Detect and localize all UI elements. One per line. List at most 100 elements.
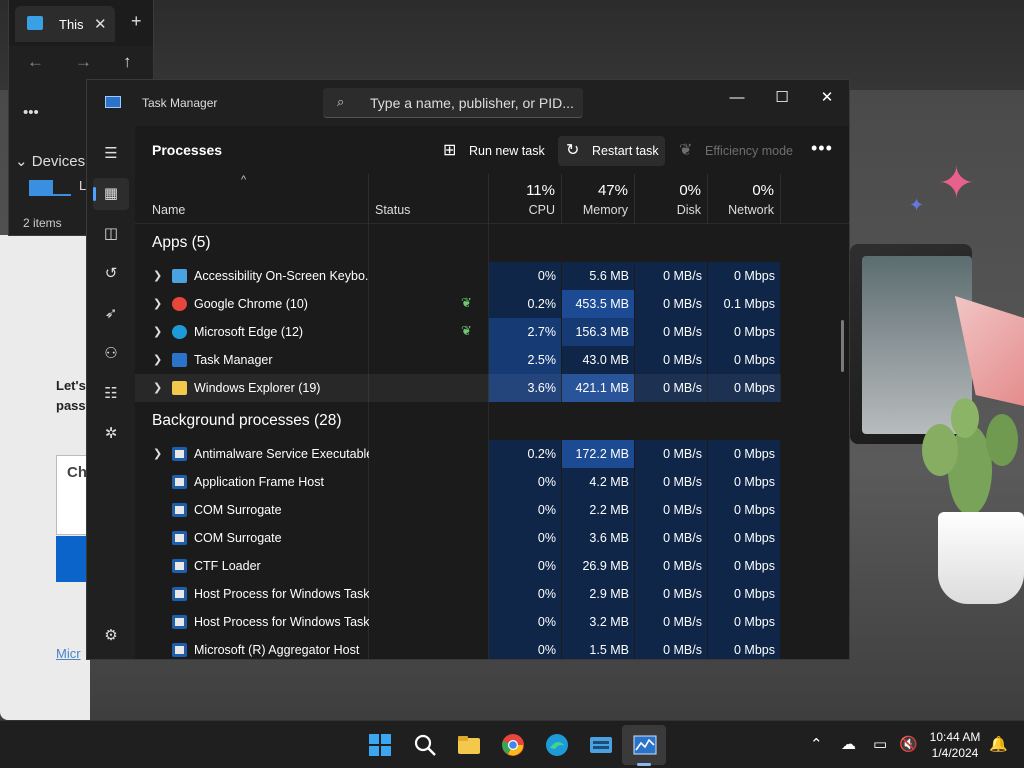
table-row[interactable]: Microsoft (R) Aggregator Host 0% 1.5 MB 0 M… — [135, 636, 781, 659]
volume-muted-icon[interactable]: 🔇 — [899, 735, 918, 753]
sidebar-item-performance[interactable]: ◫ — [93, 218, 129, 250]
network-icon[interactable]: ▭ — [873, 735, 887, 753]
chevron-right-icon[interactable]: ❯ — [153, 269, 162, 282]
memory-value: 3.6 MB — [589, 531, 629, 545]
sparkle-small-icon: ✦ — [909, 195, 925, 215]
item-count: 2 items — [23, 216, 62, 230]
sidebar-item-processes[interactable]: ▦ — [93, 178, 129, 210]
column-disk[interactable]: 0% Disk — [635, 174, 708, 224]
disk-value: 0 MB/s — [663, 269, 702, 283]
file-explorer-icon[interactable] — [457, 733, 481, 757]
chevron-right-icon[interactable]: ❯ — [153, 297, 162, 310]
column-status[interactable]: Status — [369, 174, 489, 224]
table-row[interactable]: COM Surrogate 0% 3.6 MB 0 MB/s 0 Mbps — [135, 524, 781, 552]
start-windows-icon[interactable] — [368, 733, 392, 757]
cpu-value: 0% — [537, 503, 556, 517]
task-manager-taskbar-icon[interactable] — [633, 733, 657, 757]
column-network[interactable]: 0% Network — [708, 174, 781, 224]
search-input[interactable]: ⌕ Type a name, publisher, or PID... — [323, 88, 583, 118]
minimize-button[interactable]: — — [714, 84, 760, 112]
vertical-scrollbar[interactable] — [841, 320, 844, 372]
sidebar-item-startup-apps[interactable]: ➶ — [93, 298, 129, 330]
memory-value: 1.5 MB — [589, 643, 629, 657]
leaf-icon: ❦ — [679, 142, 693, 159]
taskbar-clock[interactable]: 10:44 AM 1/4/2024 — [918, 729, 992, 761]
column-network-label: Network — [728, 203, 774, 217]
column-name[interactable]: ^ Name — [135, 174, 369, 224]
efficiency-mode-button[interactable]: ❦ Efficiency mode — [671, 136, 801, 166]
disk-value: 0 MB/s — [663, 559, 702, 573]
more-options-icon[interactable]: ••• — [811, 138, 833, 159]
maximize-button[interactable]: ☐ — [759, 84, 805, 112]
close-icon[interactable]: ✕ — [94, 15, 107, 33]
run-new-task-button[interactable]: ⊞ Run new task — [435, 136, 547, 166]
chevron-right-icon[interactable]: ❯ — [153, 381, 162, 394]
keyboard-icon — [172, 269, 187, 283]
column-memory[interactable]: 47% Memory — [562, 174, 635, 224]
cpu-value: 0% — [537, 643, 556, 657]
onedrive-icon[interactable]: ☁ — [841, 735, 856, 753]
table-row[interactable]: ❯ Microsoft Edge (12) ❦ 2.7% 156.3 MB 0 MB/s 0… — [135, 318, 781, 346]
more-options-icon[interactable]: ••• — [23, 104, 39, 121]
notification-bell-icon[interactable]: 🔔 — [989, 735, 1008, 753]
restart-task-button[interactable]: ↻ Restart task — [558, 136, 665, 166]
column-name-label: Name — [152, 203, 186, 217]
process-name: Application Frame Host — [194, 475, 324, 489]
search-icon[interactable] — [413, 733, 437, 757]
task-manager-window[interactable]: Task Manager ⌕ Type a name, publisher, o… — [86, 79, 850, 660]
explorer-tab[interactable]: This ✕ — [15, 6, 115, 42]
sidebar-item-users[interactable]: ⚇ — [93, 338, 129, 370]
memory-value: 4.2 MB — [589, 475, 629, 489]
table-row[interactable]: ❯ Task Manager 2.5% 43.0 MB 0 MB/s 0 Mbps — [135, 346, 781, 374]
memory-value: 172.2 MB — [575, 447, 629, 461]
drive-icon[interactable] — [29, 180, 53, 196]
forward-arrow-icon[interactable]: → — [75, 52, 92, 72]
hamburger-menu-icon[interactable]: ☰ — [93, 138, 129, 170]
memory-value: 156.3 MB — [575, 325, 629, 339]
close-button[interactable]: ✕ — [804, 84, 849, 112]
table-row[interactable]: Host Process for Windows Tasks 0% 2.9 MB 0 … — [135, 580, 781, 608]
processes-page: Processes ⊞ Run new task ↻ Restart task … — [135, 126, 849, 659]
process-name: Microsoft Edge (12) — [194, 325, 304, 339]
background-group-strip — [489, 402, 781, 440]
back-arrow-icon[interactable]: ← — [27, 52, 44, 72]
title-bar[interactable]: Task Manager ⌕ Type a name, publisher, o… — [87, 80, 849, 126]
new-tab-icon[interactable]: + — [131, 12, 142, 30]
chrome-icon — [172, 297, 187, 311]
edge-icon[interactable] — [545, 733, 569, 757]
table-row[interactable]: Host Process for Windows Tasks 0% 3.2 MB 0 … — [135, 608, 781, 636]
up-arrow-icon[interactable]: ↑ — [123, 52, 132, 72]
disk-value: 0 MB/s — [663, 615, 702, 629]
table-row[interactable]: ❯ Windows Explorer (19) 3.6% 421.1 MB 0 MB/s… — [135, 374, 781, 402]
apps-group-header[interactable]: Apps (5) — [152, 234, 211, 252]
cpu-total: 11% — [526, 182, 555, 199]
sidebar-item-services[interactable]: ✲ — [93, 418, 129, 450]
process-table: ^ Name Status 11% CPU 47% Memory 0% Disk — [135, 174, 849, 659]
chrome-icon[interactable] — [501, 733, 525, 757]
table-row[interactable]: ❯ Google Chrome (10) ❦ 0.2% 453.5 MB 0 MB/s 0.… — [135, 290, 781, 318]
table-row[interactable]: ❯ Accessibility On-Screen Keybo... 0% 5.6 M… — [135, 262, 781, 290]
memory-value: 43.0 MB — [582, 353, 629, 367]
sidebar-item-app-history[interactable]: ↺ — [93, 258, 129, 290]
keyboard-app-icon[interactable] — [589, 733, 613, 757]
background-group-header[interactable]: Background processes (28) — [152, 412, 342, 430]
toolbar: Processes ⊞ Run new task ↻ Restart task … — [135, 126, 849, 174]
process-name: COM Surrogate — [194, 531, 282, 545]
background-card-link: Micr — [56, 646, 81, 661]
process-name: Accessibility On-Screen Keybo... — [194, 269, 369, 283]
table-row[interactable]: Application Frame Host 0% 4.2 MB 0 MB/s 0 Mb… — [135, 468, 781, 496]
chevron-right-icon[interactable]: ❯ — [153, 447, 162, 460]
chevron-right-icon[interactable]: ❯ — [153, 353, 162, 366]
chevron-up-icon[interactable]: ⌃ — [810, 735, 823, 753]
network-value: 0 Mbps — [734, 353, 775, 367]
settings-gear-icon[interactable]: ⚙ — [93, 620, 129, 652]
table-row[interactable]: COM Surrogate 0% 2.2 MB 0 MB/s 0 Mbps — [135, 496, 781, 524]
column-cpu[interactable]: 11% CPU — [489, 174, 562, 224]
chevron-right-icon[interactable]: ❯ — [153, 325, 162, 338]
table-row[interactable]: CTF Loader 0% 26.9 MB 0 MB/s 0 Mbps — [135, 552, 781, 580]
table-row[interactable]: ❯ Antimalware Service Executable 0.2% 172.2… — [135, 440, 781, 468]
network-value: 0 Mbps — [734, 269, 775, 283]
cpu-value: 0.2% — [527, 297, 557, 311]
sidebar-item-details[interactable]: ☷ — [93, 378, 129, 410]
page-title: Processes — [152, 142, 223, 158]
